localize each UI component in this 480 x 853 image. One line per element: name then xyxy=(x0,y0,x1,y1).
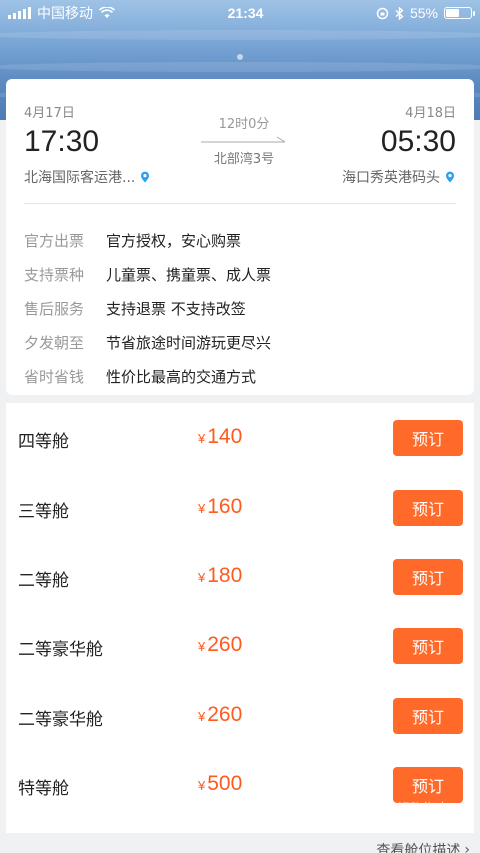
cabin-row: 四等舱 ¥140 预订 xyxy=(6,403,474,473)
arrow-right-icon xyxy=(201,136,286,143)
arrive-port-name: 海口秀英港码头 xyxy=(342,170,440,186)
arrive-time: 05:30 xyxy=(380,125,456,158)
trip-middle: 12时0分 北部湾3号 xyxy=(196,113,292,167)
book-button[interactable]: 预订 xyxy=(393,420,463,456)
feature-list: 官方出票 官方授权，安心购票 支持票种 儿童票、携童票、成人票 售后服务 支持退… xyxy=(24,223,271,393)
trip-duration: 12时0分 xyxy=(218,117,270,132)
battery-percent: 55% xyxy=(409,5,438,21)
ship-name: 北部湾3号 xyxy=(213,152,275,167)
feature-row: 官方出票 官方授权，安心购票 xyxy=(24,223,271,257)
feature-row: 售后服务 支持退票 不支持改签 xyxy=(24,291,271,325)
depart-date: 4月17日 xyxy=(24,106,75,121)
depart-time: 17:30 xyxy=(24,125,100,158)
cabin-row: 二等豪华舱 ¥260 预订 xyxy=(6,681,474,751)
feature-value: 性价比最高的交通方式 xyxy=(106,367,257,386)
depart-port-name: 北海国际客运港... xyxy=(24,170,136,186)
cabin-name: 三等舱 xyxy=(18,502,69,522)
cabin-description-link[interactable]: 查看舱位描述 › xyxy=(376,840,470,853)
status-bar: 中国移动 21:34 55% xyxy=(0,0,480,26)
carousel-indicator xyxy=(237,54,243,60)
book-button[interactable]: 预订 xyxy=(393,559,463,595)
trip-card: 4月17日 17:30 北海国际客运港... 12时0分 北部湾3号 4月18日… xyxy=(6,79,474,395)
cabin-name: 四等舱 xyxy=(18,432,69,452)
feature-row: 夕发朝至 节省旅途时间游玩更尽兴 xyxy=(24,325,271,359)
feature-value: 支持退票 不支持改签 xyxy=(106,299,246,318)
feature-label: 省时省钱 xyxy=(24,367,85,386)
rotation-lock-icon xyxy=(376,7,389,19)
carrier-name: 中国移动 xyxy=(37,5,93,21)
feature-row: 省时省钱 性价比最高的交通方式 xyxy=(24,359,271,393)
cabin-price: ¥180 xyxy=(198,564,243,587)
book-button[interactable]: 预订 xyxy=(393,628,463,664)
signal-icon xyxy=(8,7,31,19)
feature-row: 支持票种 儿童票、携童票、成人票 xyxy=(24,257,271,291)
cabin-row: 三等舱 ¥160 预订 xyxy=(6,473,474,543)
cabin-list: 四等舱 ¥140 预订 三等舱 ¥160 预订 二等舱 ¥180 预订 二等豪华… xyxy=(6,403,474,833)
clock: 21:34 xyxy=(227,5,264,21)
feature-value: 节省旅途时间游玩更尽兴 xyxy=(106,333,272,352)
cabin-price: ¥160 xyxy=(198,495,243,518)
depart-port[interactable]: 北海国际客运港... xyxy=(24,167,151,187)
feature-value: 官方授权，安心购票 xyxy=(106,231,242,250)
watermark: 拐跑指南 xyxy=(380,798,449,817)
cabin-name: 二等豪华舱 xyxy=(18,710,103,730)
watermark-logo-icon xyxy=(380,800,394,815)
feature-label: 支持票种 xyxy=(24,265,85,284)
cabin-name: 二等豪华舱 xyxy=(18,640,103,660)
cabin-name: 二等舱 xyxy=(18,571,69,591)
cabin-row: 二等舱 ¥180 预订 xyxy=(6,542,474,612)
book-button[interactable]: 预订 xyxy=(393,698,463,734)
location-pin-icon xyxy=(141,171,150,183)
book-button[interactable]: 预订 xyxy=(393,490,463,526)
cabin-price: ¥500 xyxy=(198,772,243,795)
cabin-name: 特等舱 xyxy=(18,779,69,799)
cabin-price: ¥260 xyxy=(198,633,243,656)
wifi-icon xyxy=(99,7,115,18)
location-pin-icon xyxy=(446,171,454,183)
chevron-right-icon: › xyxy=(464,842,470,853)
cabin-price: ¥140 xyxy=(198,425,243,448)
feature-label: 售后服务 xyxy=(24,299,85,318)
arrive-port[interactable]: 海口秀英港码头 xyxy=(342,167,456,187)
trip-summary: 4月17日 17:30 北海国际客运港... 12时0分 北部湾3号 4月18日… xyxy=(6,79,474,203)
battery-icon xyxy=(444,7,475,19)
divider xyxy=(24,203,456,204)
footer-link-label: 查看舱位描述 xyxy=(376,843,461,853)
feature-value: 儿童票、携童票、成人票 xyxy=(106,265,272,284)
watermark-text: 拐跑指南 xyxy=(397,802,450,817)
cabin-row: 二等豪华舱 ¥260 预订 xyxy=(6,611,474,681)
bluetooth-icon xyxy=(395,6,404,20)
feature-label: 夕发朝至 xyxy=(24,333,85,352)
feature-label: 官方出票 xyxy=(24,231,85,250)
cabin-price: ¥260 xyxy=(198,703,243,726)
arrive-date: 4月18日 xyxy=(405,106,456,121)
